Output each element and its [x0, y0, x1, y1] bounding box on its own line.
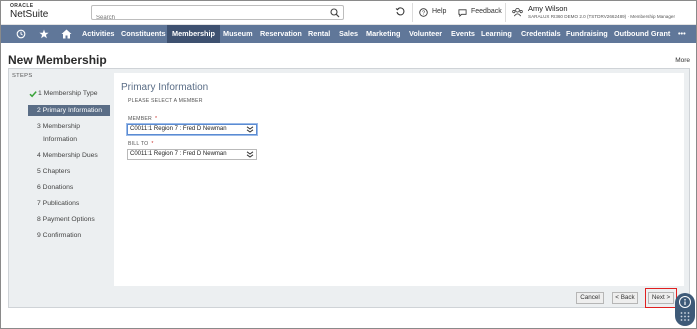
double-chevron-down-icon[interactable]: [246, 151, 254, 158]
required-marker: *: [154, 116, 158, 122]
form-instruction: PLEASE SELECT A MEMBER: [128, 98, 203, 104]
feedback-link[interactable]: Feedback: [471, 8, 502, 15]
clock-history-icon: [16, 29, 26, 39]
house-icon: [61, 29, 71, 39]
member-select[interactable]: C0011:1 Region 7 : Fred D Newman: [127, 124, 257, 135]
feedback-icon[interactable]: [458, 8, 467, 17]
member-select-value: C0011:1 Region 7 : Fred D Newman: [130, 126, 227, 132]
section-title: Primary Information: [121, 82, 209, 93]
step-donations[interactable]: 6 Donations: [37, 182, 119, 195]
step-payment-options[interactable]: 8 Payment Options: [37, 214, 119, 227]
help-icon[interactable]: ?: [419, 8, 428, 17]
steps-heading: STEPS: [12, 73, 33, 79]
nav-credentials[interactable]: Credentials: [521, 25, 561, 43]
home-icon[interactable]: [59, 25, 73, 43]
more-actions-link[interactable]: More: [675, 57, 690, 64]
next-button[interactable]: Next >: [648, 292, 674, 304]
nav-events[interactable]: Events: [451, 25, 475, 43]
nav-activities[interactable]: Activities: [82, 25, 114, 43]
global-search[interactable]: [91, 5, 344, 25]
search-input[interactable]: [92, 11, 322, 25]
nav-more-icon[interactable]: •••: [678, 25, 686, 43]
step-chapters[interactable]: 5 Chapters: [37, 166, 119, 179]
member-field-label: MEMBER *: [128, 116, 157, 122]
help-link[interactable]: Help: [432, 8, 446, 15]
header-divider: [412, 3, 413, 22]
user-name[interactable]: Amy Wilson: [528, 4, 568, 13]
search-icon[interactable]: [330, 8, 340, 18]
bill-to-field-label: BILL TO *: [128, 141, 154, 147]
logo-netsuite-text: NetSuite: [10, 9, 49, 20]
required-marker: *: [151, 141, 154, 147]
nav-constituents[interactable]: Constituents: [121, 25, 166, 43]
step-membership-type[interactable]: 1 Membership Type: [38, 88, 120, 101]
nav-outbound-grant[interactable]: Outbound Grant: [614, 25, 670, 43]
back-button[interactable]: < Back: [612, 292, 638, 304]
main-navigation: Activities Constituents Membership Museu…: [1, 25, 696, 43]
checkmark-icon: [29, 91, 37, 98]
step-primary-information[interactable]: 2 Primary Information: [28, 105, 110, 116]
nav-membership[interactable]: Membership: [167, 25, 220, 43]
bill-to-select-value: C0011:1 Region 7 : Fred D Newman: [130, 151, 227, 157]
user-roles-icon[interactable]: [512, 7, 523, 18]
form-content-area: [114, 73, 684, 286]
member-label-text: MEMBER: [128, 116, 152, 122]
cancel-button[interactable]: Cancel: [576, 292, 604, 304]
nav-reservation[interactable]: Reservation: [260, 25, 302, 43]
nav-volunteer[interactable]: Volunteer: [409, 25, 442, 43]
nav-fundraising[interactable]: Fundraising: [566, 25, 608, 43]
bill-to-label-text: BILL TO: [128, 141, 149, 147]
step-membership-information[interactable]: 3 Membership: [37, 121, 119, 134]
netsuite-logo[interactable]: ORACLE NetSuite: [10, 4, 70, 20]
help-assistant-widget[interactable]: [675, 293, 695, 326]
recent-icon[interactable]: [14, 25, 28, 43]
double-chevron-down-icon[interactable]: [246, 126, 254, 133]
nav-museum[interactable]: Museum: [223, 25, 253, 43]
step-publications[interactable]: 7 Publications: [37, 198, 119, 211]
page-title: New Membership: [8, 53, 107, 67]
step-confirmation[interactable]: 9 Confirmation: [37, 230, 119, 243]
header-divider: [505, 3, 506, 22]
nav-sales[interactable]: Sales: [339, 25, 358, 43]
info-icon: [679, 296, 691, 321]
shortcuts-star-icon[interactable]: [37, 25, 51, 43]
step-membership-information-cont[interactable]: Information: [43, 134, 125, 147]
recent-records-icon[interactable]: [395, 6, 405, 16]
user-account-role[interactable]: SARALUX RI360 DEMO 2.0 (TSTDRV2662489) ·…: [528, 14, 675, 19]
nav-learning[interactable]: Learning: [481, 25, 512, 43]
nav-marketing[interactable]: Marketing: [366, 25, 400, 43]
bill-to-select[interactable]: C0011:1 Region 7 : Fred D Newman: [127, 149, 257, 160]
star-icon: [39, 29, 49, 39]
nav-rental[interactable]: Rental: [308, 25, 330, 43]
step-membership-dues[interactable]: 4 Membership Dues: [37, 150, 119, 163]
